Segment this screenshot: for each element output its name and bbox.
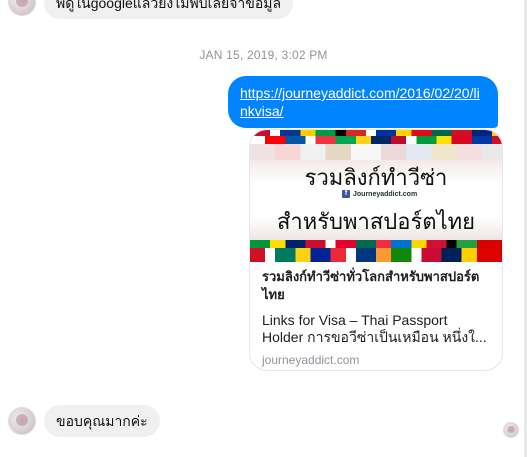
link-preview-description: Links for Visa – Thai Passport Holder กา…	[262, 312, 487, 345]
facebook-icon: f	[342, 190, 350, 198]
flag-decoration	[250, 240, 502, 248]
message-text: ขอบคุณมากค่ะ	[56, 413, 148, 429]
sender-avatar[interactable]	[8, 0, 36, 16]
link-preview-body: รวมลิงก์ทำวีซ่าทั่วโลกสำหรับพาสปอร์ตไทย …	[262, 268, 492, 367]
sender-avatar[interactable]	[8, 407, 36, 435]
message-timestamp: JAN 15, 2019, 3:02 PM	[199, 48, 328, 62]
flag-decoration	[250, 248, 502, 262]
image-title-line2: สำหรับพาสปอร์ตไทย	[276, 209, 476, 234]
incoming-message-bubble[interactable]: พี่ดูในgoogleแล้วยังไม่พบเลยจ้าข้อมูล	[44, 0, 294, 19]
image-fb-text: Journeyaddict.com	[353, 190, 418, 198]
incoming-message-bubble[interactable]: ขอบคุณมากค่ะ	[44, 405, 160, 437]
flag-decoration	[250, 136, 502, 144]
message-text: พี่ดูในgoogleแล้วยังไม่พบเลยจ้าข้อมูล	[56, 0, 282, 11]
link-preview-image[interactable]: รวมลิงก์ทำวีซ่า f Journeyaddict.com สำหร…	[250, 130, 502, 262]
link-preview-card[interactable]: รวมลิงก์ทำวีซ่า f Journeyaddict.com สำหร…	[249, 129, 503, 371]
image-fb-tag: f Journeyaddict.com	[342, 190, 417, 198]
flag-decoration	[250, 144, 502, 160]
message-link[interactable]: https://journeyaddict.com/2016/02/20/lin…	[240, 85, 480, 119]
link-preview-title[interactable]: รวมลิงก์ทำวีซ่าทั่วโลกสำหรับพาสปอร์ตไทย	[262, 268, 492, 304]
outgoing-message-bubble[interactable]: https://journeyaddict.com/2016/02/20/lin…	[228, 76, 498, 128]
read-receipt-avatar	[503, 422, 519, 438]
link-preview-domain: journeyaddict.com	[262, 353, 360, 367]
